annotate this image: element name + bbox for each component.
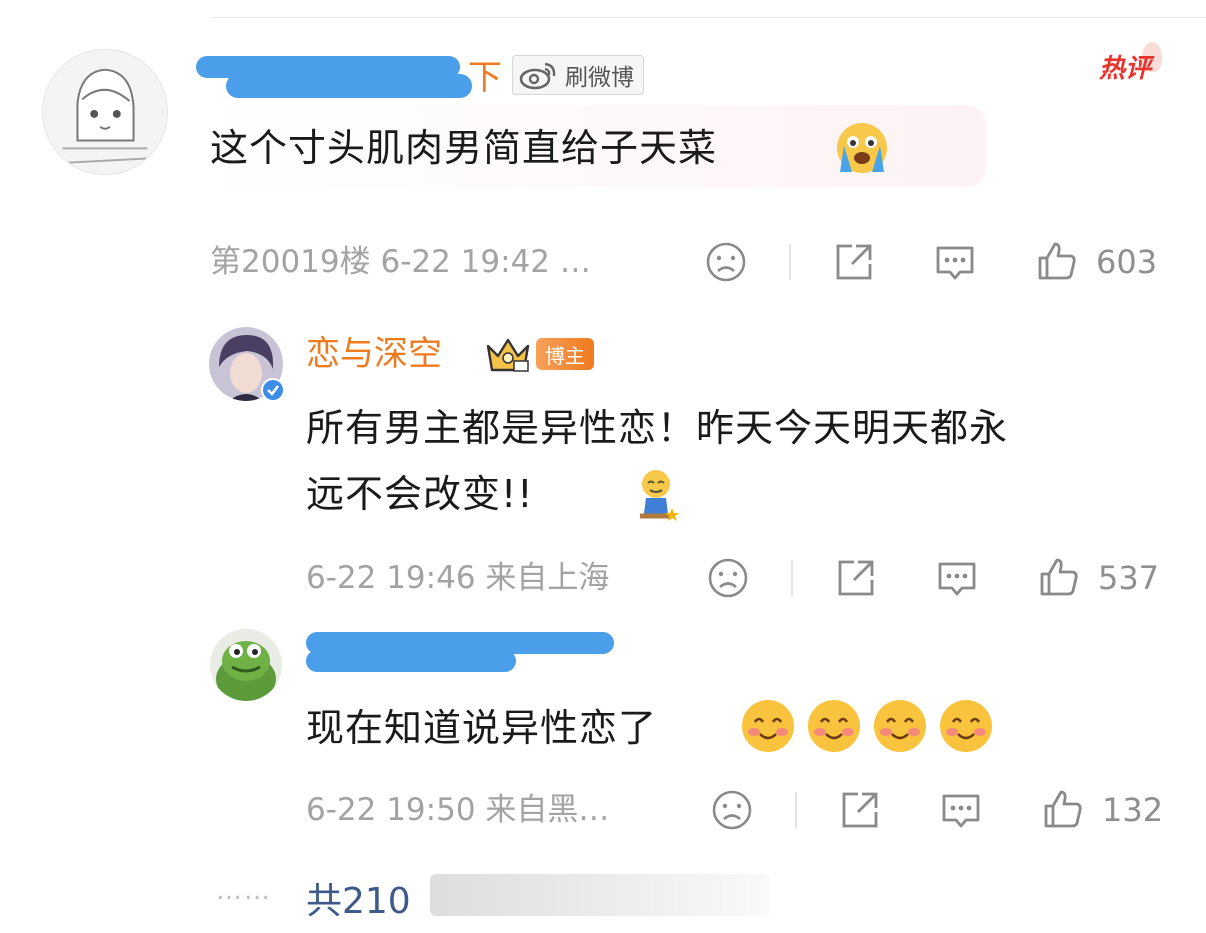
reply-text-line1: 所有男主都是异性恋！昨天今天明天都永 [306,406,1009,450]
view-all-replies-link[interactable]: 共210 [306,872,411,924]
hot-comment-badge: 热评 [1088,42,1162,90]
comment-icon[interactable] [932,240,978,286]
dislike-icon[interactable] [710,788,754,832]
comment-icon[interactable] [938,788,984,834]
share-icon[interactable] [832,240,876,284]
divider [791,560,793,596]
comment-floor-time: 第20019楼 6-22 19:42 … [210,244,591,280]
like-icon[interactable] [1034,238,1080,284]
kneeling-emoji-icon [634,468,680,522]
top-divider [210,17,1206,18]
reply-text-line2: 远不会改变!! [306,472,534,516]
dislike-icon[interactable] [704,240,748,284]
divider [795,792,797,828]
verified-icon [260,377,286,403]
username-redaction [306,650,516,672]
avatar[interactable] [42,49,168,175]
reply-text: 现在知道说异性恋了 [306,706,658,750]
weibo-logo-icon [519,60,559,90]
share-icon[interactable] [834,556,878,600]
source-tag-label: 刷微博 [565,65,634,91]
smile-emoji-icon [806,698,862,754]
share-icon[interactable] [838,788,882,832]
comment-icon[interactable] [934,556,980,602]
watermark-overlay [430,874,770,916]
source-tag[interactable]: 刷微博 [512,55,644,95]
crying-emoji-icon [834,120,890,176]
smile-emoji-icon [938,698,994,754]
like-count: 537 [1098,559,1160,597]
like-count: 132 [1102,791,1164,829]
reply-meta: 6-22 19:46 来自上海 [306,560,610,596]
reply-meta: 6-22 19:50 来自黑… [306,792,610,828]
divider [789,244,791,280]
like-icon[interactable] [1040,786,1086,832]
hot-badge-label: 热评 [1098,53,1151,84]
like-icon[interactable] [1036,554,1082,600]
smile-emoji-icon [872,698,928,754]
more-dots: …… [216,876,272,906]
like-count: 603 [1096,243,1158,281]
comment-text: 这个寸头肌肉男简直给子天菜 [210,126,718,170]
username-tail[interactable]: 下 [468,58,502,98]
blogger-badge: 博主 [536,338,594,370]
smile-emoji-icon [740,698,796,754]
dislike-icon[interactable] [706,556,750,600]
username-redaction [226,74,472,98]
avatar[interactable] [210,629,282,701]
reply-username[interactable]: 恋与深空 [306,334,442,374]
